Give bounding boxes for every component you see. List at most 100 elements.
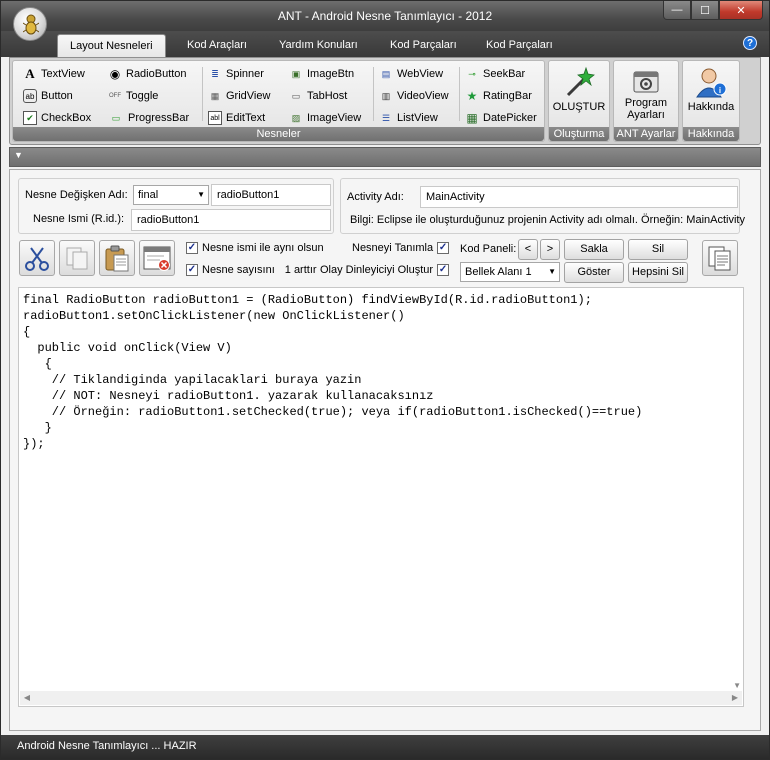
degisken-name-input[interactable]: radioButton1: [211, 184, 331, 206]
maximize-button[interactable]: ☐: [691, 1, 719, 20]
clear-window-button[interactable]: [139, 240, 175, 276]
tab-kod-parcalari-2[interactable]: Kod Parçaları: [474, 34, 565, 57]
maximize-icon: ☐: [700, 4, 710, 17]
videoview-icon: ▥: [381, 90, 391, 101]
copy-button[interactable]: [59, 240, 95, 276]
ribbon-edittext-label: EditText: [226, 112, 266, 124]
olustur-button[interactable]: OLUŞTUR: [549, 63, 609, 127]
minimize-button[interactable]: —: [663, 1, 691, 20]
hepsini-sil-button[interactable]: Hepsini Sil: [628, 262, 688, 283]
ribbon-spinner[interactable]: ≣ Spinner: [208, 65, 264, 83]
program-ayarlari-button[interactable]: Program Ayarları: [614, 63, 678, 127]
tab-kod-araclari[interactable]: Kod Araçları: [175, 34, 259, 57]
title-bar[interactable]: ANT - Android Nesne Tanımlayıcı - 2012 —…: [1, 1, 769, 31]
ribbon-checkbox[interactable]: ✔ CheckBox: [23, 109, 91, 127]
magic-wand-icon: [566, 66, 595, 97]
ribbon-ratingbar[interactable]: ★ RatingBar: [465, 87, 532, 105]
close-icon: ✕: [736, 4, 746, 17]
ribbon-imageview-label: ImageView: [307, 112, 362, 124]
nesne-sayisi-count: 1 arttır: [284, 264, 317, 276]
webview-icon: ▤: [381, 68, 391, 79]
ribbon-progressbar-label: ProgressBar: [128, 112, 190, 124]
prev-panel-button[interactable]: <: [518, 239, 538, 260]
bellek-select[interactable]: Bellek Alanı 1 ▼: [460, 262, 560, 282]
cut-button[interactable]: [19, 240, 55, 276]
user-info-icon: i: [696, 68, 727, 98]
ribbon-radiobutton-label: RadioButton: [126, 68, 187, 80]
ribbon-group-label-ant-ayarlar: ANT Ayarlar: [614, 127, 678, 141]
listview-icon: ☰: [381, 112, 391, 123]
horizontal-scrollbar[interactable]: ◀ ▶: [20, 691, 742, 705]
ribbon-group-nesneler: A TextView ab Button ✔ CheckBox ◉ RadioB…: [12, 60, 545, 142]
paste-icon: [105, 245, 129, 272]
ribbon-imageview[interactable]: ▨ ImageView: [289, 109, 361, 127]
ribbon-divider: [373, 67, 374, 121]
degisken-label: Nesne Değişken Adı:: [25, 189, 128, 201]
code-text[interactable]: final RadioButton radioButton1 = (RadioB…: [19, 288, 743, 452]
copy-code-button[interactable]: [702, 240, 738, 276]
program-ayarlari-label-2: Ayarları: [627, 109, 665, 121]
ribbon-group-hakkinda: i Hakkında Hakkında: [682, 60, 740, 142]
window-title: ANT - Android Nesne Tanımlayıcı - 2012: [277, 9, 493, 23]
nesne-sayisi-label: Nesne sayısını: [202, 264, 275, 276]
activity-input[interactable]: MainActivity: [420, 186, 738, 208]
ribbon-webview-label: WebView: [397, 68, 444, 80]
help-icon[interactable]: ?: [743, 36, 757, 50]
app-logo-icon[interactable]: [13, 7, 47, 41]
sil-button[interactable]: Sil: [628, 239, 688, 260]
goster-button[interactable]: Göster: [564, 262, 624, 283]
close-button[interactable]: ✕: [719, 1, 763, 20]
ribbon-videoview-label: VideoView: [397, 90, 449, 102]
nesne-sayisi-checkbox[interactable]: ✓ Nesne sayısını 1 arttır: [186, 264, 317, 276]
degisken-type-select[interactable]: final ▼: [133, 185, 209, 205]
scroll-down-icon[interactable]: ▼: [733, 681, 741, 690]
paste-button[interactable]: [99, 240, 135, 276]
isim-label: Nesne Ismi (R.id.):: [33, 213, 125, 225]
ribbon-edittext[interactable]: abl EditText: [208, 109, 265, 127]
ayni-isim-checkbox[interactable]: ✓ Nesne ismi ile aynı olsun: [186, 242, 324, 254]
svg-text:i: i: [719, 86, 721, 95]
ribbon-webview[interactable]: ▤ WebView: [379, 65, 443, 83]
ribbon-imagebtn[interactable]: ▣ ImageBtn: [289, 65, 354, 83]
checkbox-checked-icon: ✓: [437, 242, 450, 254]
ribbon-textview[interactable]: A TextView: [23, 65, 85, 83]
degisken-type-value: final: [138, 189, 159, 201]
radiobutton-icon: ◉: [109, 67, 121, 81]
ribbon-seekbar[interactable]: ⊸ SeekBar: [465, 65, 525, 83]
ribbon-spinner-label: Spinner: [226, 68, 264, 80]
olay-dinleyici-checkbox[interactable]: Olay Dinleyiciyi Oluştur ✓: [320, 264, 450, 276]
ribbon-group-label-olusturma: Oluşturma: [549, 127, 609, 141]
ribbon-ratingbar-label: RatingBar: [483, 90, 532, 102]
ribbon-tabhost[interactable]: ▭ TabHost: [289, 87, 348, 105]
sakla-button[interactable]: Sakla: [564, 239, 624, 260]
ribbon-progressbar[interactable]: ▭ ProgressBar: [108, 109, 189, 127]
tab-kod-parcalari-1[interactable]: Kod Parçaları: [378, 34, 469, 57]
ribbon-toggle-label: Toggle: [126, 90, 159, 102]
ribbon-toggle[interactable]: OFF Toggle: [108, 87, 158, 105]
isim-input[interactable]: radioButton1: [131, 209, 331, 231]
hakkinda-button[interactable]: i Hakkında: [683, 63, 739, 127]
ribbon-group-ant-ayarlar: Program Ayarları ANT Ayarlar: [613, 60, 679, 142]
ribbon-divider: [459, 67, 460, 121]
ribbon-gridview[interactable]: ▦ GridView: [208, 87, 271, 105]
tab-layout-nesneleri[interactable]: Layout Nesneleri: [57, 34, 166, 57]
nesneyi-tanimla-checkbox[interactable]: Nesneyi Tanımla ✓: [352, 242, 450, 254]
code-editor[interactable]: final RadioButton radioButton1 = (RadioB…: [18, 287, 744, 707]
ribbon-radiobutton[interactable]: ◉ RadioButton: [108, 65, 187, 83]
ribbon-listview[interactable]: ☰ ListView: [379, 109, 438, 127]
datepicker-icon: ▦: [466, 111, 478, 125]
ribbon-datepicker[interactable]: ▦ DatePicker: [465, 109, 536, 127]
ribbon-group-olusturma: OLUŞTUR Oluşturma: [548, 60, 610, 142]
settings-window-icon: [633, 71, 659, 93]
scroll-right-icon[interactable]: ▶: [728, 691, 742, 705]
ribbon-button[interactable]: ab Button: [23, 87, 73, 105]
scroll-left-icon[interactable]: ◀: [20, 691, 34, 705]
ribbon-collapse-bar[interactable]: ▼: [9, 147, 761, 167]
tab-yardim-konulari[interactable]: Yardım Konuları: [267, 34, 370, 57]
bilgi-text: Bilgi: Eclipse ile oluşturduğunuz projen…: [350, 214, 745, 226]
hakkinda-label: Hakkında: [687, 101, 735, 113]
next-panel-button[interactable]: >: [540, 239, 560, 260]
progressbar-icon: ▭: [111, 112, 121, 123]
ribbon-videoview[interactable]: ▥ VideoView: [379, 87, 449, 105]
ribbon-gridview-label: GridView: [226, 90, 271, 102]
